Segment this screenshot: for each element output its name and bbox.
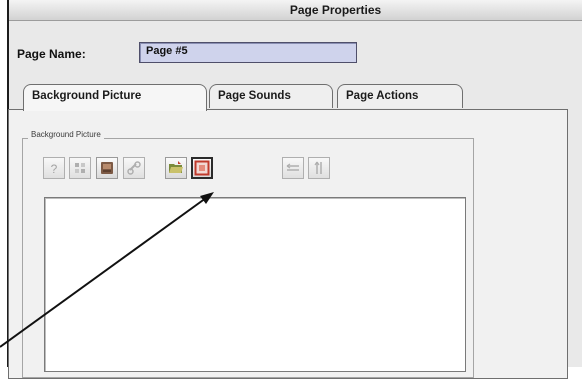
- svg-text:?: ?: [51, 162, 58, 176]
- background-picture-group-label: Background Picture: [28, 130, 104, 139]
- tab-page-sounds[interactable]: Page Sounds: [209, 84, 333, 108]
- palette-button[interactable]: [69, 157, 91, 179]
- picture-icon: [101, 162, 113, 174]
- align-vertical-button[interactable]: [308, 157, 330, 179]
- align-horizontal-icon: [286, 163, 299, 171]
- align-horizontal-button[interactable]: [282, 157, 304, 179]
- open-folder-icon: [169, 161, 183, 173]
- red-frame-icon: [194, 160, 210, 176]
- picture-button[interactable]: [96, 157, 118, 179]
- link-icon: [127, 161, 141, 175]
- background-picture-preview[interactable]: [44, 197, 466, 372]
- palette-icon: [75, 163, 85, 173]
- window-title: Page Properties: [289, 3, 382, 17]
- tab-background-picture[interactable]: Background Picture: [23, 84, 207, 111]
- help-button[interactable]: ?: [43, 157, 65, 179]
- open-picture-button[interactable]: [165, 157, 187, 179]
- page-name-label: Page Name:: [17, 47, 86, 61]
- question-icon: ?: [51, 162, 58, 176]
- align-vertical-icon: [314, 161, 322, 174]
- link-button[interactable]: [123, 157, 145, 179]
- page-name-input[interactable]: Page #5: [139, 42, 357, 63]
- title-bar[interactable]: Page Properties: [9, 0, 582, 21]
- clear-picture-button[interactable]: [191, 157, 213, 179]
- tab-page-actions[interactable]: Page Actions: [337, 84, 463, 108]
